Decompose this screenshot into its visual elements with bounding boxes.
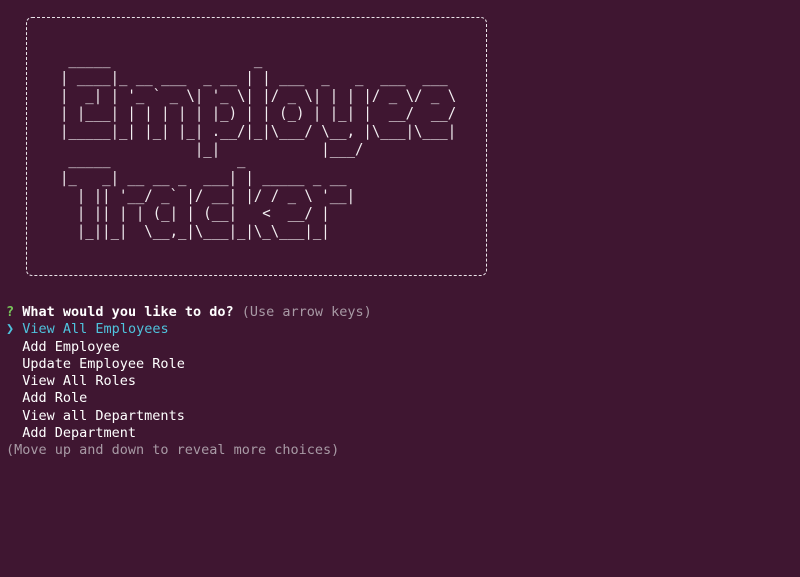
question-mark-icon: ?	[6, 304, 15, 320]
choice-label: View All Employees	[22, 321, 169, 337]
choice-add-role[interactable]: Add Role	[6, 390, 87, 407]
choice-view-all-roles[interactable]: View All Roles	[6, 373, 136, 390]
choice-label: Add Role	[22, 390, 88, 406]
choice-add-employee[interactable]: Add Employee	[6, 339, 120, 356]
ascii-title-tracker: _____ _ |_ _| __ __ _ ___| | _____ _ __ …	[60, 152, 356, 241]
choice-update-employee-role[interactable]: Update Employee Role	[6, 356, 185, 373]
choice-label: Add Department	[22, 425, 137, 441]
choice-add-department[interactable]: Add Department	[6, 425, 136, 442]
choice-label: View all Departments	[22, 408, 185, 424]
prompt-hint: (Use arrow keys)	[241, 304, 372, 320]
prompt-question-line: ? What would you like to do? (Use arrow …	[6, 304, 372, 321]
choice-view-all-departments[interactable]: View all Departments	[6, 408, 185, 425]
ascii-title-employee: _____ _ | ____|_ __ ___ _ __ | | ___ _ _…	[60, 52, 457, 159]
pointer-icon: ❯	[6, 321, 15, 337]
terminal-window: _____ _ | ____|_ __ ___ _ __ | | ___ _ _…	[0, 0, 800, 577]
prompt-question: What would you like to do?	[22, 304, 234, 320]
choice-view-all-employees[interactable]: ❯ View All Employees	[6, 321, 169, 338]
prompt-footer-hint: (Move up and down to reveal more choices…	[6, 442, 340, 458]
choice-label: View All Roles	[22, 373, 137, 389]
choice-label: Add Employee	[22, 339, 120, 355]
choice-label: Update Employee Role	[22, 356, 185, 372]
